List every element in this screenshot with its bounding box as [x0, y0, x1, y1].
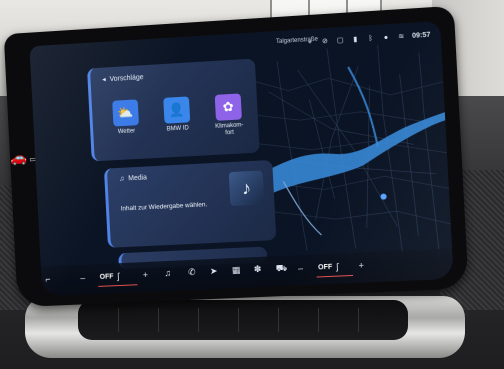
profile-icon: 👤	[163, 96, 191, 124]
music-icon[interactable]: ♫	[164, 268, 171, 278]
media-header: ♫ Media	[119, 174, 147, 182]
display-bezel: 🚗 ▭ Talgartenstraße ⌖ ⊘ ▢ ▮ ᛒ ● ≋ 09:57 …	[3, 5, 469, 308]
suggestion-tiles: ⛅ Wetter 👤 BMW ID ✿ Klimakom- fort	[105, 93, 249, 144]
left-temp-plus[interactable]: +	[143, 270, 149, 280]
album-art-icon[interactable]: ♪	[228, 170, 265, 207]
right-temp-indicator	[316, 274, 354, 278]
seat-icon[interactable]: ⌐	[45, 274, 51, 284]
climate-icon: ✿	[214, 93, 242, 121]
seat-heat-icon[interactable]: ʃ	[117, 271, 119, 281]
wifi-icon: ≋	[398, 32, 405, 41]
right-temp-value: OFF	[317, 263, 333, 272]
phone-icon[interactable]: ✆	[188, 267, 196, 278]
photo-environment: 🚗 ▭ Talgartenstraße ⌖ ⊘ ▢ ▮ ᛒ ● ≋ 09:57 …	[0, 0, 504, 369]
tile-label: Wetter	[117, 128, 136, 136]
media-panel[interactable]: ♫ Media Inhalt zur Wiedergabe wählen. ♪	[103, 159, 277, 248]
tile-bmw-id[interactable]: 👤 BMW ID	[156, 96, 198, 141]
car-icon[interactable]: ⛟	[276, 263, 288, 276]
tile-label: BMW ID	[166, 125, 189, 133]
signal-icon: ▮	[353, 35, 358, 43]
sound-icon: ◂	[102, 76, 106, 84]
tile-label: Klimakom- fort	[215, 122, 244, 137]
right-temp-plus[interactable]: +	[358, 260, 364, 270]
suggestions-panel[interactable]: ◂ Vorschläge ⛅ Wetter 👤 BMW ID ✿ Klimako…	[87, 58, 260, 162]
suggestions-title: Vorschläge	[109, 73, 144, 83]
media-icon: ▢	[336, 36, 344, 44]
fan-icon[interactable]: ✽	[254, 264, 262, 275]
tile-weather[interactable]: ⛅ Wetter	[105, 99, 146, 144]
user-icon: ●	[383, 33, 389, 42]
air-vent	[78, 300, 408, 340]
left-temp-value: OFF	[99, 273, 114, 281]
left-temp-minus[interactable]: –	[80, 273, 85, 283]
media-title: Media	[128, 174, 148, 183]
mic-off-icon: ⊘	[321, 37, 329, 45]
media-message: Inhalt zur Wiedergabe wählen.	[120, 201, 208, 213]
music-note-icon: ♫	[119, 175, 125, 183]
right-temp-minus[interactable]: –	[298, 263, 304, 273]
bluetooth-icon: ᛒ	[368, 34, 373, 43]
location-icon: ⌖	[307, 38, 313, 46]
car-door-icon[interactable]: 🚗	[8, 149, 31, 178]
infotainment-screen: Talgartenstraße ⌖ ⊘ ▢ ▮ ᛒ ● ≋ 09:57 ◂ Vo…	[29, 20, 454, 297]
left-temp-indicator	[98, 284, 138, 287]
navigation-icon[interactable]: ➤	[210, 266, 218, 277]
apps-grid-icon[interactable]: ▦	[232, 265, 241, 276]
clock: 09:57	[411, 31, 431, 40]
seat-heat-right-icon[interactable]: ʃ	[336, 261, 339, 271]
tile-climate[interactable]: ✿ Klimakom- fort	[208, 93, 250, 138]
weather-icon: ⛅	[112, 99, 139, 127]
suggestions-header: ◂ Vorschläge	[102, 73, 144, 84]
